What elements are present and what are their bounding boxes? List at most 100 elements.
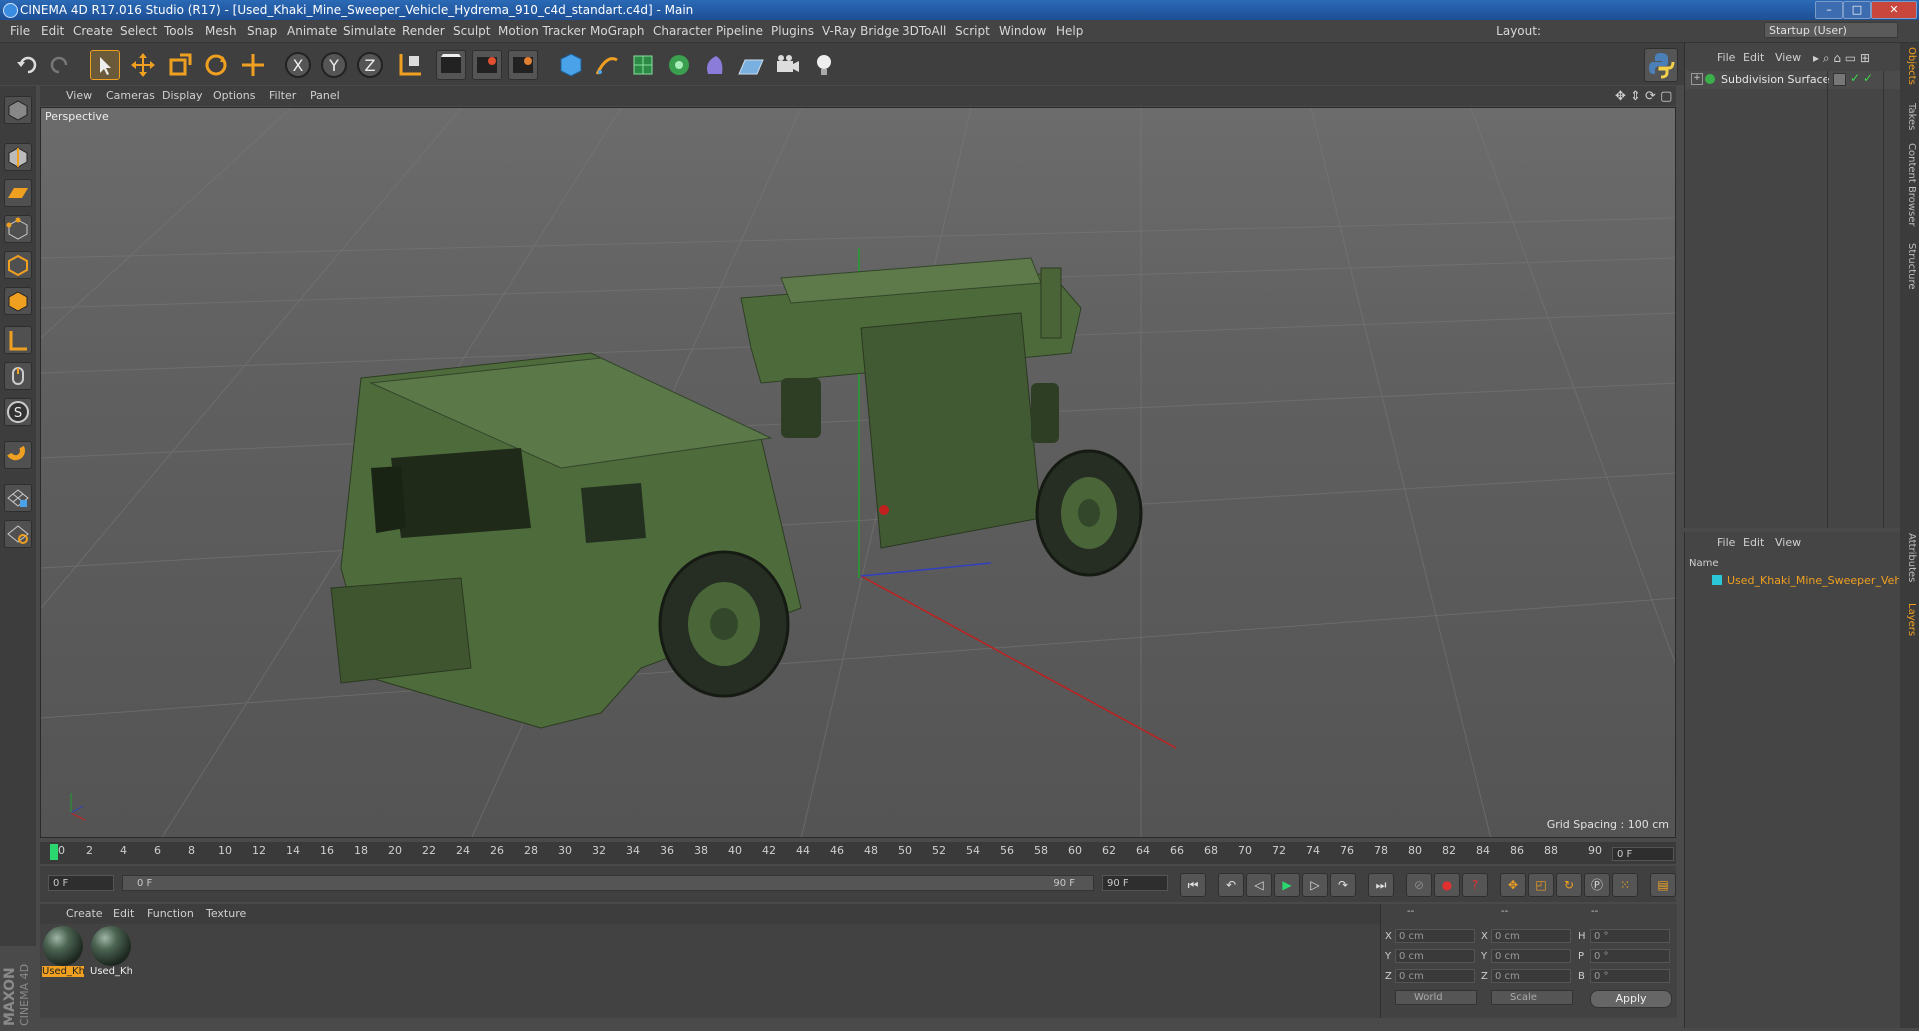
expand-icon[interactable]: + [1691,73,1703,85]
menu-tools[interactable]: Tools [164,24,194,38]
timeline-window-icon[interactable]: ▤ [1650,873,1676,897]
layer-menu-view[interactable]: View [1775,536,1801,549]
menu-motion-tracker[interactable]: Motion Tracker [498,24,586,38]
select-arrow-icon[interactable] [90,50,120,80]
playhead-marker[interactable] [50,844,58,860]
next-frame-icon[interactable]: ▷ [1302,873,1328,897]
layer-menu-file[interactable]: File [1717,536,1735,549]
axis-z-icon[interactable]: Z [355,50,385,80]
record-keys-icon[interactable]: ⊘ [1406,873,1432,897]
start-frame-field[interactable]: 0 F [48,875,114,891]
key-pla-icon[interactable]: ⁙ [1612,873,1638,897]
key-parameter-icon[interactable]: Ⓟ [1584,873,1610,897]
previous-key-icon[interactable]: ↶ [1218,873,1244,897]
end-frame-field[interactable]: 90 F [1102,875,1168,891]
menu-mesh[interactable]: Mesh [205,24,237,38]
workplane-icon[interactable] [4,179,32,207]
rotation-h-field[interactable]: 0 ° [1590,929,1670,943]
undo-icon[interactable] [12,50,42,80]
polygon-mode-icon[interactable] [4,287,32,315]
tab-objects[interactable]: Objects [1902,47,1917,85]
viewport-menu-cameras[interactable]: Cameras [106,89,155,102]
menu-character[interactable]: Character [653,24,712,38]
point-mode-icon[interactable] [4,215,32,243]
object-visibility-icon[interactable] [1833,73,1846,86]
object-name[interactable]: Subdivision Surface [1721,73,1829,86]
viewport-menu-panel[interactable]: Panel [310,89,340,102]
layer-row[interactable]: Used_Khaki_Mine_Sweeper_Vehic [1685,572,1901,590]
viewport-menu-display[interactable]: Display [162,89,203,102]
camera-icon[interactable] [772,50,802,80]
key-position-icon[interactable]: ✥ [1500,873,1526,897]
tab-layers[interactable]: Layers [1902,603,1917,636]
viewport-menu-filter[interactable]: Filter [269,89,296,102]
object-enabled-check-icon[interactable]: ✓ [1863,71,1873,85]
snap-settings-icon[interactable] [4,520,32,548]
menu-3dtoall[interactable]: 3DToAll [902,24,946,38]
rotate-icon[interactable] [201,50,231,80]
cube-icon[interactable] [556,50,586,80]
rotation-b-field[interactable]: 0 ° [1590,969,1670,983]
object-menu-view[interactable]: View [1775,51,1801,64]
autokey-icon[interactable]: ● [1434,873,1460,897]
object-menu-file[interactable]: File [1717,51,1735,64]
tab-takes[interactable]: Takes [1902,103,1917,130]
menu-sculpt[interactable]: Sculpt [453,24,490,38]
key-rotation-icon[interactable]: ↻ [1556,873,1582,897]
object-enabled-check-icon[interactable]: ✓ [1850,71,1860,85]
object-toolbar-icons[interactable]: ▸ ⌕ ⌂ ▭ ⊞ [1813,51,1870,66]
menu-snap[interactable]: Snap [247,24,277,38]
menu-create[interactable]: Create [73,24,113,38]
coordinate-system-icon[interactable] [395,50,425,80]
play-icon[interactable]: ▶ [1274,873,1300,897]
solo-icon[interactable]: S [4,398,32,426]
layer-menu-edit[interactable]: Edit [1743,536,1764,549]
subdivision-icon[interactable] [628,50,658,80]
render-view-icon[interactable] [436,50,466,80]
magnet-icon[interactable] [4,441,32,469]
menu-animate[interactable]: Animate [287,24,337,38]
menu-edit[interactable]: Edit [41,24,64,38]
tweak-mode-icon[interactable] [4,362,32,390]
current-frame-field[interactable]: 0 F [1612,847,1674,861]
material-menu-function[interactable]: Function [147,907,194,920]
object-menu-edit[interactable]: Edit [1743,51,1764,64]
layout-select[interactable]: Startup (User) [1764,22,1898,38]
material-menu-create[interactable]: Create [66,907,103,920]
object-row[interactable]: + Subdivision Surface ✓ ✓ [1685,71,1901,89]
menu-simulate[interactable]: Simulate [343,24,396,38]
scale-icon[interactable] [165,50,195,80]
next-key-icon[interactable]: ↷ [1330,873,1356,897]
render-settings-icon[interactable] [508,50,538,80]
python-icon[interactable] [1644,48,1678,82]
go-to-start-icon[interactable]: ⏮ [1180,873,1206,897]
menu-render[interactable]: Render [402,24,445,38]
pen-spline-icon[interactable] [592,50,622,80]
deformer-icon[interactable] [700,50,730,80]
coordinate-space-select[interactable]: World [1395,990,1477,1005]
size-y-field[interactable]: 0 cm [1491,949,1571,963]
position-z-field[interactable]: 0 cm [1395,969,1475,983]
material-swatch[interactable]: Used_Kh [90,926,132,982]
minimize-button[interactable]: – [1815,1,1843,19]
position-y-field[interactable]: 0 cm [1395,949,1475,963]
menu-plugins[interactable]: Plugins [771,24,814,38]
size-mode-select[interactable]: Scale [1491,990,1573,1005]
range-slider[interactable]: 0 F 90 F [122,875,1094,891]
menu-help[interactable]: Help [1056,24,1083,38]
menu-pipeline[interactable]: Pipeline [716,24,763,38]
snap-grid-icon[interactable] [4,484,32,512]
model-mode-icon[interactable] [4,96,32,124]
key-scale-icon[interactable]: ◰ [1528,873,1554,897]
render-picture-viewer-icon[interactable] [472,50,502,80]
menu-mograph[interactable]: MoGraph [590,24,645,38]
maximize-button[interactable]: □ [1843,1,1871,19]
apply-button[interactable]: Apply [1590,990,1672,1008]
redo-icon[interactable] [45,50,75,80]
floor-icon[interactable] [736,50,766,80]
tab-structure[interactable]: Structure [1902,243,1917,290]
go-to-end-icon[interactable]: ⏭ [1368,873,1394,897]
layer-name[interactable]: Used_Khaki_Mine_Sweeper_Vehic [1727,574,1899,587]
material-menu-texture[interactable]: Texture [206,907,246,920]
viewport-menu-options[interactable]: Options [213,89,255,102]
